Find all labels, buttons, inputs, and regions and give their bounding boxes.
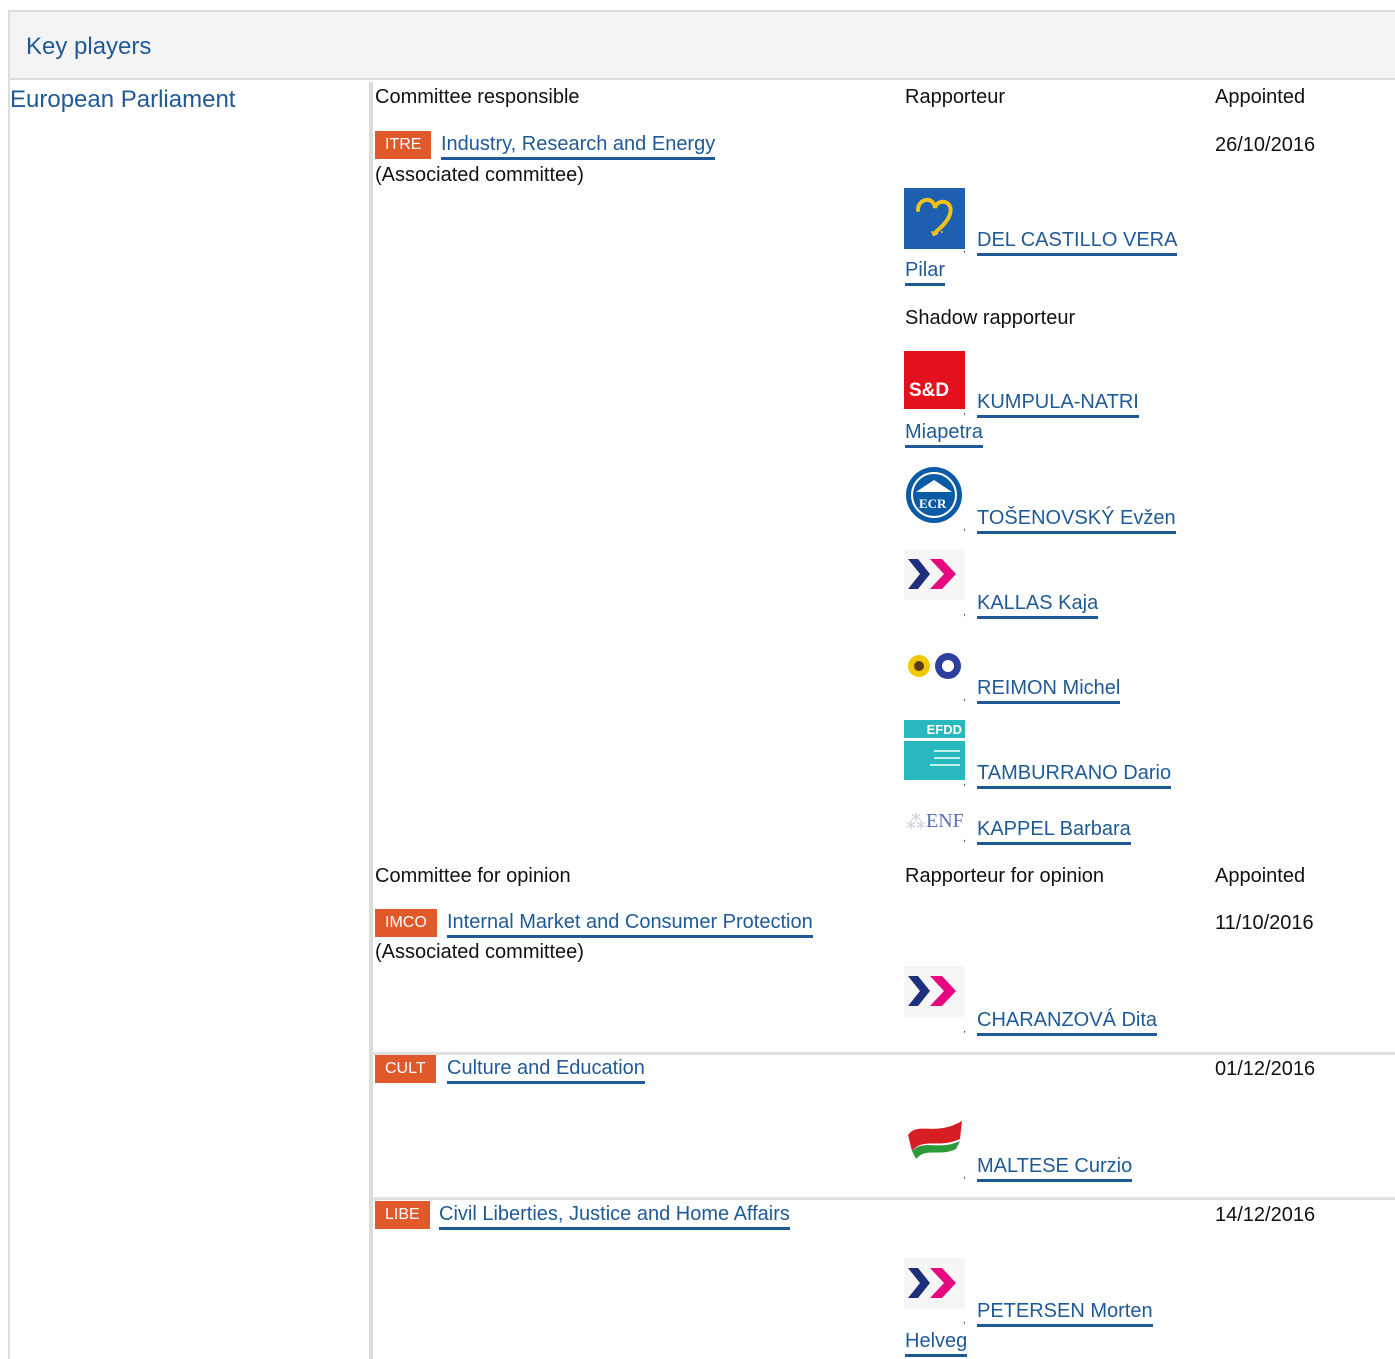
- opinion-rapporteur-link-libe-1[interactable]: PETERSEN Morten: [977, 1299, 1153, 1327]
- shadow-rapporteur-link-3[interactable]: KALLAS Kaja: [977, 591, 1099, 619]
- appointed-date-imco: 11/10/2016: [1215, 912, 1314, 934]
- alde-group-logo: [904, 549, 965, 600]
- shadow-rapporteur-link-2[interactable]: TOŠENOVSKÝ Evžen: [977, 506, 1176, 534]
- epp-group-logo: [904, 188, 965, 249]
- efdd-group-logo: EFDD: [904, 720, 965, 780]
- col-header-committee-opinion: Committee for opinion: [375, 865, 571, 887]
- committee-link-cult[interactable]: Culture and Education: [447, 1056, 645, 1084]
- efdd-text-line: [930, 764, 960, 766]
- efdd-logo-text: EFDD: [926, 722, 962, 737]
- committee-link-imco[interactable]: Internal Market and Consumer Protection: [447, 910, 813, 938]
- ecr-circle-icon: [906, 467, 962, 523]
- appointed-date-itre: 26/10/2016: [1215, 134, 1316, 156]
- rapporteur-link-line2[interactable]: Pilar: [905, 258, 946, 286]
- appointed-date-cult: 01/12/2016: [1215, 1058, 1316, 1080]
- alde-group-logo: [904, 966, 965, 1017]
- col-header-committee-responsible: Committee responsible: [375, 86, 580, 108]
- col-header-rapporteur-opinion: Rapporteur for opinion: [905, 865, 1105, 887]
- appointed-date-libe: 14/12/2016: [1215, 1204, 1316, 1226]
- opinion-rapporteur-link-cult[interactable]: MALTESE Curzio: [977, 1154, 1133, 1182]
- shadow-rapporteur-label: Shadow rapporteur: [905, 307, 1076, 329]
- sd-logo-text: S&D: [909, 380, 950, 401]
- row-separator: [373, 1052, 1395, 1055]
- opinion-rapporteur-link-libe-2[interactable]: Helveg: [905, 1329, 968, 1357]
- rapporteur-link-line1[interactable]: DEL CASTILLO VERA: [977, 228, 1178, 256]
- enf-logo-text: ENF: [926, 810, 964, 832]
- epp-heart-icon: [916, 198, 953, 236]
- ecr-group-logo: ECR: [904, 466, 965, 524]
- column-divider: [369, 82, 373, 1359]
- committee-badge-itre: ITRE: [375, 131, 432, 159]
- col-header-appointed-opinion: Appointed: [1215, 865, 1306, 887]
- institution-label: European Parliament: [10, 86, 236, 113]
- section-title: Key players: [26, 33, 152, 60]
- sd-group-logo: S&D: [904, 351, 965, 409]
- efdd-text-line: [934, 750, 960, 752]
- ecr-logo-text: ECR: [919, 496, 947, 511]
- opinion-rapporteur-link-imco[interactable]: CHARANZOVÁ Dita: [977, 1008, 1158, 1036]
- epp-group-logo: [904, 1115, 965, 1165]
- shadow-rapporteur-link-4[interactable]: REIMON Michel: [977, 676, 1121, 704]
- committee-link-itre[interactable]: Industry, Research and Energy: [441, 132, 716, 160]
- key-players-panel: [8, 10, 1395, 1359]
- shadow-rapporteur-link-1a[interactable]: KUMPULA-NATRI: [977, 390, 1139, 418]
- committee-badge-imco: IMCO: [375, 909, 437, 937]
- greens-sunflower-icon: [908, 653, 961, 679]
- epp-flag-icon: [908, 1121, 962, 1159]
- efdd-stripe: [904, 738, 965, 741]
- associated-committee-note: (Associated committee): [375, 164, 584, 186]
- enf-group-logo: ⁂ ENF: [906, 810, 964, 834]
- shadow-rapporteur-link-6[interactable]: KAPPEL Barbara: [977, 817, 1131, 845]
- alde-arrows-icon: [908, 559, 956, 589]
- committee-badge-cult: CULT: [375, 1055, 436, 1083]
- alde-group-logo: [904, 1258, 965, 1309]
- col-header-rapporteur: Rapporteur: [905, 86, 1006, 108]
- efdd-text-line: [934, 757, 960, 759]
- col-header-appointed: Appointed: [1215, 86, 1306, 108]
- row-separator: [373, 1197, 1395, 1200]
- committee-badge-libe: LIBE: [375, 1201, 430, 1229]
- associated-committee-note: (Associated committee): [375, 941, 584, 963]
- committee-link-libe[interactable]: Civil Liberties, Justice and Home Affair…: [439, 1202, 790, 1230]
- greens-efa-group-logo: [904, 649, 965, 683]
- alde-arrows-icon: [908, 1268, 956, 1298]
- shadow-rapporteur-link-5[interactable]: TAMBURRANO Dario: [977, 761, 1172, 789]
- alde-arrows-icon: [908, 976, 956, 1006]
- key-players-header: [10, 12, 1395, 80]
- shadow-rapporteur-link-1b[interactable]: Miapetra: [905, 420, 983, 448]
